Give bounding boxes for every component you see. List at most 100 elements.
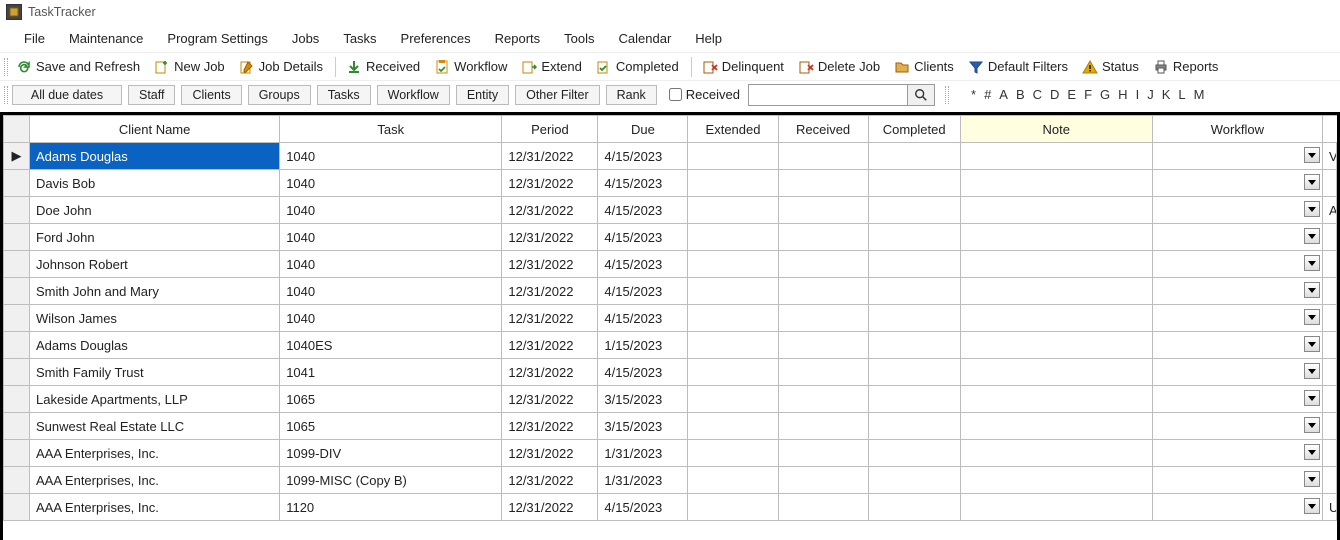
cell-note[interactable] <box>960 224 1152 251</box>
cell-task[interactable]: 1040 <box>280 197 502 224</box>
row-header[interactable] <box>4 440 30 467</box>
cell-completed[interactable] <box>868 467 960 494</box>
alpha-star[interactable]: * <box>967 87 980 102</box>
workflow-dropdown-icon[interactable] <box>1304 444 1320 460</box>
menu-jobs[interactable]: Jobs <box>280 27 331 50</box>
cell-completed[interactable] <box>868 278 960 305</box>
col-period[interactable]: Period <box>502 116 598 143</box>
cell-task[interactable]: 1040 <box>280 170 502 197</box>
cell-due[interactable]: 1/31/2023 <box>598 467 688 494</box>
cell-completed[interactable] <box>868 413 960 440</box>
cell-workflow[interactable] <box>1152 170 1322 197</box>
alpha-B[interactable]: B <box>1012 87 1029 102</box>
cell-completed[interactable] <box>868 224 960 251</box>
row-header[interactable] <box>4 332 30 359</box>
cell-extended[interactable] <box>688 278 778 305</box>
menu-reports[interactable]: Reports <box>483 27 553 50</box>
alpha-A[interactable]: A <box>995 87 1012 102</box>
cell-due[interactable]: 4/15/2023 <box>598 224 688 251</box>
cell-extended[interactable] <box>688 440 778 467</box>
cell-completed[interactable] <box>868 332 960 359</box>
cell-due[interactable]: 3/15/2023 <box>598 413 688 440</box>
filter-other-filter-button[interactable]: Other Filter <box>515 85 600 105</box>
cell-note[interactable] <box>960 332 1152 359</box>
cell-received[interactable] <box>778 251 868 278</box>
cell-extended[interactable] <box>688 494 778 521</box>
table-row[interactable]: Lakeside Apartments, LLP106512/31/20223/… <box>4 386 1337 413</box>
filter-staff-button[interactable]: Staff <box>128 85 175 105</box>
alpha-I[interactable]: I <box>1132 87 1144 102</box>
row-header-corner[interactable] <box>4 116 30 143</box>
cell-period[interactable]: 12/31/2022 <box>502 251 598 278</box>
cell-note[interactable] <box>960 494 1152 521</box>
completed-button[interactable]: Completed <box>590 57 685 77</box>
received-checkbox-input[interactable] <box>669 88 682 101</box>
row-header[interactable] <box>4 197 30 224</box>
row-header[interactable] <box>4 170 30 197</box>
alpha-D[interactable]: D <box>1046 87 1063 102</box>
cell-extended[interactable] <box>688 467 778 494</box>
workflow-dropdown-icon[interactable] <box>1304 390 1320 406</box>
cell-client[interactable]: Davis Bob <box>30 170 280 197</box>
workflow-dropdown-icon[interactable] <box>1304 147 1320 163</box>
table-row[interactable]: AAA Enterprises, Inc.112012/31/20224/15/… <box>4 494 1337 521</box>
table-row[interactable]: Sunwest Real Estate LLC106512/31/20223/1… <box>4 413 1337 440</box>
col-received[interactable]: Received <box>778 116 868 143</box>
workflow-dropdown-icon[interactable] <box>1304 417 1320 433</box>
cell-client[interactable]: AAA Enterprises, Inc. <box>30 440 280 467</box>
cell-extended[interactable] <box>688 143 778 170</box>
col-note[interactable]: Note <box>960 116 1152 143</box>
cell-due[interactable]: 4/15/2023 <box>598 359 688 386</box>
cell-completed[interactable] <box>868 359 960 386</box>
cell-extended[interactable] <box>688 197 778 224</box>
cell-received[interactable] <box>778 332 868 359</box>
col-client-name[interactable]: Client Name <box>30 116 280 143</box>
cell-workflow[interactable] <box>1152 305 1322 332</box>
workflow-dropdown-icon[interactable] <box>1304 201 1320 217</box>
cell-client[interactable]: AAA Enterprises, Inc. <box>30 494 280 521</box>
job-details-button[interactable]: Job Details <box>233 57 329 77</box>
cell-due[interactable]: 4/15/2023 <box>598 251 688 278</box>
cell-received[interactable] <box>778 143 868 170</box>
row-header[interactable] <box>4 278 30 305</box>
cell-received[interactable] <box>778 278 868 305</box>
cell-extended[interactable] <box>688 386 778 413</box>
cell-due[interactable]: 4/15/2023 <box>598 143 688 170</box>
cell-note[interactable] <box>960 467 1152 494</box>
filter-entity-button[interactable]: Entity <box>456 85 509 105</box>
cell-due[interactable]: 4/15/2023 <box>598 170 688 197</box>
extend-button[interactable]: Extend <box>515 57 587 77</box>
cell-due[interactable]: 4/15/2023 <box>598 494 688 521</box>
cell-due[interactable]: 3/15/2023 <box>598 386 688 413</box>
cell-task[interactable]: 1041 <box>280 359 502 386</box>
col-due[interactable]: Due <box>598 116 688 143</box>
cell-period[interactable]: 12/31/2022 <box>502 386 598 413</box>
search-input[interactable] <box>748 84 908 106</box>
row-header[interactable] <box>4 494 30 521</box>
col-task[interactable]: Task <box>280 116 502 143</box>
cell-client[interactable]: Adams Douglas <box>30 143 280 170</box>
cell-workflow[interactable] <box>1152 494 1322 521</box>
cell-extended[interactable] <box>688 251 778 278</box>
cell-note[interactable] <box>960 413 1152 440</box>
save-and-refresh-button[interactable]: Save and Refresh <box>10 57 146 77</box>
workflow-dropdown-icon[interactable] <box>1304 336 1320 352</box>
menu-tasks[interactable]: Tasks <box>331 27 388 50</box>
cell-completed[interactable] <box>868 494 960 521</box>
row-header[interactable] <box>4 305 30 332</box>
cell-received[interactable] <box>778 359 868 386</box>
cell-period[interactable]: 12/31/2022 <box>502 332 598 359</box>
cell-workflow[interactable] <box>1152 413 1322 440</box>
cell-completed[interactable] <box>868 386 960 413</box>
workflow-button[interactable]: Workflow <box>428 57 513 77</box>
cell-due[interactable]: 4/15/2023 <box>598 197 688 224</box>
search-button[interactable] <box>907 84 935 106</box>
workflow-dropdown-icon[interactable] <box>1304 174 1320 190</box>
cell-client[interactable]: Ford John <box>30 224 280 251</box>
alpha-hash[interactable]: # <box>980 87 995 102</box>
cell-period[interactable]: 12/31/2022 <box>502 467 598 494</box>
cell-completed[interactable] <box>868 197 960 224</box>
cell-client[interactable]: Smith Family Trust <box>30 359 280 386</box>
menu-file[interactable]: File <box>12 27 57 50</box>
cell-received[interactable] <box>778 170 868 197</box>
